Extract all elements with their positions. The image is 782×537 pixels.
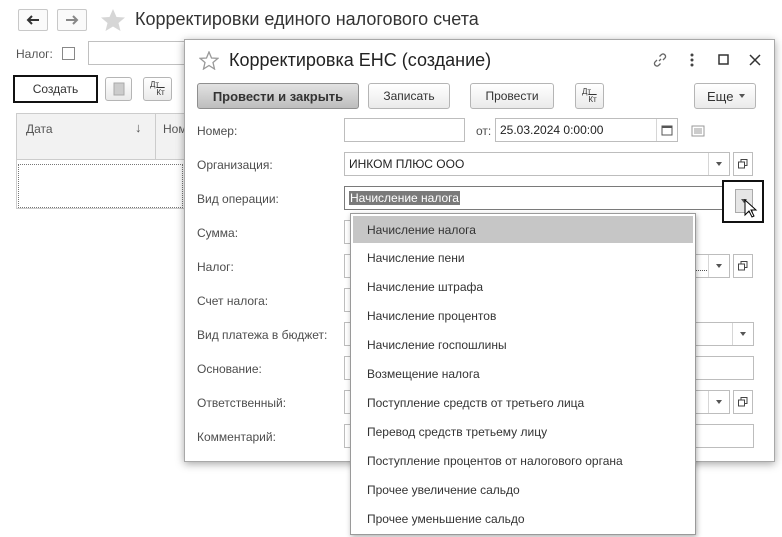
list-item[interactable]: Возмещение налога [351, 359, 695, 388]
post-button[interactable]: Провести [470, 83, 554, 109]
list-table-header [17, 114, 185, 160]
operation-type-value: Начисление налога [349, 191, 460, 205]
tax-account-label: Счет налога: [197, 294, 269, 308]
post-and-close-button[interactable]: Провести и закрыть [197, 83, 359, 109]
open-window-icon [738, 397, 748, 407]
chevron-down-icon [716, 400, 722, 404]
chevron-down-icon [716, 264, 722, 268]
link-icon[interactable] [652, 52, 668, 68]
maximize-icon[interactable] [718, 54, 730, 66]
create-button[interactable]: Создать [13, 75, 98, 103]
post-list-button[interactable] [105, 77, 132, 101]
mouse-cursor-icon [744, 199, 758, 218]
responsible-dropdown-button[interactable] [708, 391, 729, 413]
comment-label: Комментарий: [197, 430, 276, 444]
list-item[interactable]: Поступление процентов от налогового орга… [351, 446, 695, 475]
responsible-open-button[interactable] [733, 390, 753, 414]
chevron-down-icon [716, 162, 722, 166]
open-window-icon [738, 261, 748, 271]
number-label: Номер: [197, 124, 238, 138]
list-item[interactable]: Начисление процентов [351, 301, 695, 330]
document-icon [113, 82, 124, 96]
date-field[interactable]: 25.03.2024 0:00:00 [495, 118, 678, 142]
tax-filter-label: Налог: [16, 47, 53, 61]
list-item[interactable]: Начисление штрафа [351, 272, 695, 301]
dialog-title: Корректировка ЕНС (создание) [229, 50, 492, 70]
tax-label: Налог: [197, 260, 234, 274]
tax-filter-field[interactable] [88, 41, 188, 65]
sort-desc-icon: ↓ [135, 120, 142, 135]
kt-label: Кт [156, 88, 165, 97]
table-row[interactable] [18, 164, 183, 208]
sum-label: Сумма: [197, 226, 239, 240]
organization-field[interactable]: ИНКОМ ПЛЮС ООО [344, 152, 730, 176]
save-button[interactable]: Записать [368, 83, 450, 109]
document-list-icon[interactable] [691, 125, 705, 137]
list-item[interactable]: Перевод средств третьему лицу [351, 417, 695, 446]
arrow-left-icon [26, 15, 39, 25]
date-value: 25.03.2024 0:00:00 [500, 123, 604, 137]
close-icon[interactable] [748, 53, 762, 67]
organization-dropdown-button[interactable] [708, 153, 729, 175]
favorite-star-icon[interactable] [100, 8, 126, 32]
basis-label: Основание: [197, 362, 262, 376]
responsible-label: Ответственный: [197, 396, 287, 410]
date-from-label: от: [476, 124, 492, 138]
tax-dropdown-button[interactable] [708, 255, 729, 277]
payment-type-label: Вид платежа в бюджет: [197, 328, 328, 342]
dt-kt-list-button[interactable]: Дт Кт [143, 77, 172, 101]
operation-type-dropdown-list: Начисление налога Начисление пени Начисл… [350, 213, 696, 535]
organization-value: ИНКОМ ПЛЮС ООО [349, 157, 465, 171]
more-menu-button[interactable]: Еще [694, 83, 756, 109]
operation-type-dropdown-button[interactable] [722, 180, 764, 223]
payment-type-dropdown-button[interactable] [732, 323, 753, 345]
list-item[interactable]: Поступление средств от третьего лица [351, 388, 695, 417]
list-item[interactable]: Начисление пени [351, 243, 695, 272]
tax-filter-checkbox[interactable] [62, 47, 75, 60]
column-date[interactable]: Дата [26, 122, 53, 136]
back-button[interactable] [18, 9, 48, 31]
operation-type-field[interactable]: Начисление налога [344, 186, 757, 210]
chevron-down-icon [740, 332, 746, 336]
calendar-button[interactable] [656, 119, 677, 141]
page-title: Корректировки единого налогового счета [135, 9, 479, 29]
arrow-right-icon [66, 15, 79, 25]
operation-type-label: Вид операции: [197, 192, 279, 206]
organization-open-button[interactable] [733, 152, 753, 176]
chevron-down-icon [739, 94, 746, 98]
dt-kt-button[interactable]: Дт Кт [575, 83, 604, 109]
organization-label: Организация: [197, 158, 273, 172]
calendar-icon [661, 125, 673, 136]
favorite-star-icon[interactable] [199, 51, 219, 70]
number-field[interactable] [344, 118, 465, 142]
more-label: Еще [707, 88, 734, 104]
tax-open-button[interactable] [733, 254, 753, 278]
list-item[interactable]: Прочее уменьшение сальдо [351, 504, 695, 533]
list-table[interactable]: Дата ↓ Ном [16, 113, 187, 209]
open-window-icon [738, 159, 748, 169]
kt-label: Кт [588, 95, 597, 104]
list-item[interactable]: Начисление налога [353, 216, 693, 243]
list-item[interactable]: Начисление госпошлины [351, 330, 695, 359]
more-vert-icon[interactable] [688, 52, 696, 68]
forward-button[interactable] [57, 9, 87, 31]
list-item[interactable]: Прочее увеличение сальдо [351, 475, 695, 504]
